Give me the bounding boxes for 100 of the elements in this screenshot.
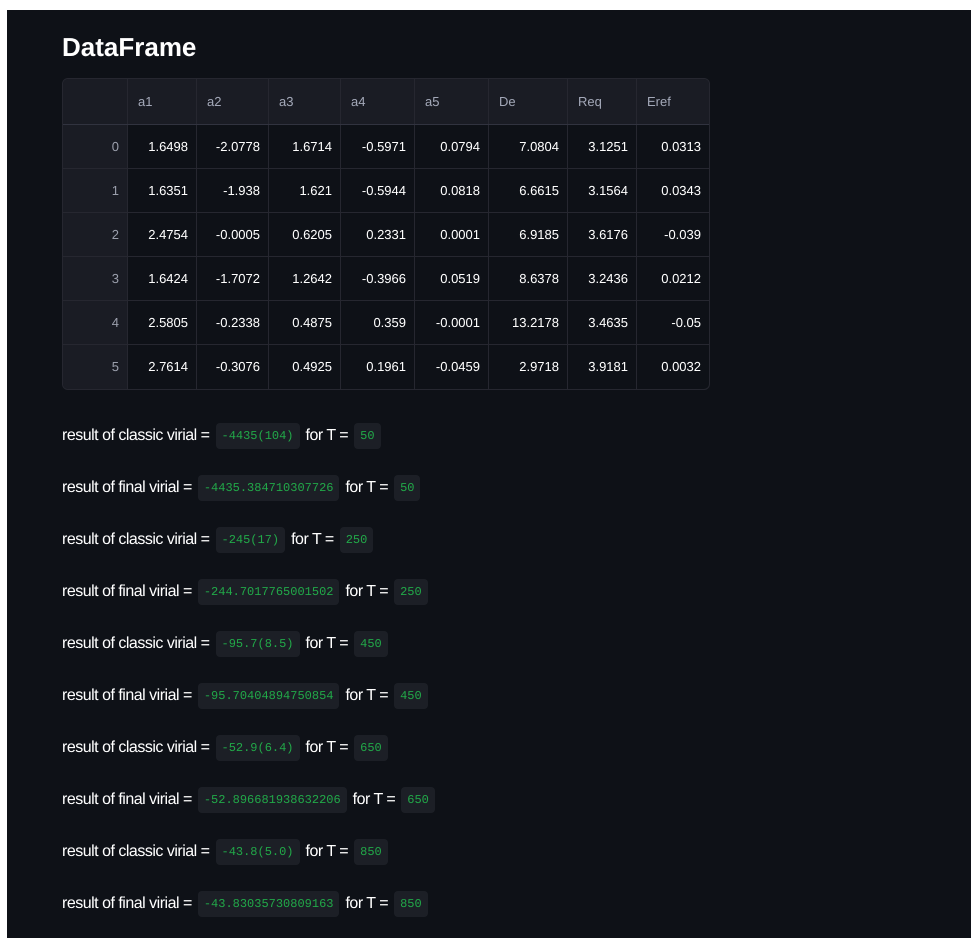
result-value: -52.896681938632206 [198,787,347,813]
table-cell: 2.7614 [128,345,197,389]
table-cell: 1.621 [269,169,341,212]
table-cell: -0.3076 [197,345,269,389]
temperature-label: for T = [291,530,334,550]
result-value: -245(17) [216,527,286,553]
table-cell: -2.0778 [197,125,269,168]
temperature-label: for T = [306,738,348,758]
table-cell: -0.2338 [197,301,269,344]
result-label: result of final virial = [62,478,192,498]
table-cell: -1.7072 [197,257,269,300]
result-value: -4435.384710307726 [198,475,340,501]
temperature-value: 850 [354,839,388,865]
table-cell-text: 0.0032 [660,358,702,376]
table-cell: -0.0001 [415,301,489,344]
table-cell-text: -0.039 [663,226,702,244]
column-header: De [489,79,568,124]
table-cell-text: -0.05 [670,314,702,332]
row-index: 3 [63,257,128,300]
table-cell: 0.4875 [269,301,341,344]
table-cell: 1.2642 [269,257,341,300]
table-cell: 7.0804 [489,125,568,168]
page-heading: DataFrame [62,31,196,64]
table-cell: 3.9181 [568,345,637,389]
table-cell: -0.5944 [341,169,415,212]
column-header: a4 [341,79,415,124]
result-value: -52.9(6.4) [216,735,300,761]
table-cell: 2.9718 [489,345,568,389]
result-label: result of classic virial = [62,842,210,862]
result-value: -95.70404894750854 [198,683,340,709]
column-header: a1 [128,79,197,124]
temperature-value: 450 [394,683,428,709]
result-label: result of classic virial = [62,530,210,550]
table-cell: 3.2436 [568,257,637,300]
temperature-value: 850 [394,891,428,917]
temperature-label: for T = [306,634,348,654]
result-label: result of classic virial = [62,634,210,654]
table-cell: 6.9185 [489,213,568,256]
table-cell: 2.5805 [128,301,197,344]
table-cell-text: 0.0313 [660,138,702,156]
table-cell: -0.0005 [197,213,269,256]
result-label: result of classic virial = [62,738,210,758]
table-cell: 13.2178 [489,301,568,344]
temperature-label: for T = [306,842,348,862]
row-index: 4 [63,301,128,344]
table-cell: -0.3966 [341,257,415,300]
temperature-value: 450 [354,631,388,657]
row-index: 1 [63,169,128,212]
table-cell: 3.1251 [568,125,637,168]
table-cell: -0.0459 [415,345,489,389]
column-header: a5 [415,79,489,124]
result-label: result of final virial = [62,894,192,914]
table-cell: -1.938 [197,169,269,212]
table-cell: 8.6378 [489,257,568,300]
result-value: -244.7017765001502 [198,579,340,605]
table-cell: 3.4635 [568,301,637,344]
result-value: -95.7(8.5) [216,631,300,657]
temperature-value: 650 [354,735,388,761]
column-header: a2 [197,79,269,124]
table-cell: 0.6205 [269,213,341,256]
table-cell: 0.0519 [415,257,489,300]
column-header: Eref [646,92,672,111]
result-label: result of classic virial = [62,426,210,446]
table-cell-text: 0.0343 [660,182,702,200]
temperature-value: 50 [394,475,420,501]
table-cell: 3.1564 [568,169,637,212]
table-cell: 6.6615 [489,169,568,212]
table-cell: 0.0818 [415,169,489,212]
table-cell: 0.4925 [269,345,341,389]
row-index: 0 [63,125,128,168]
temperature-label: for T = [306,426,348,446]
temperature-value: 250 [394,579,428,605]
table-cell: 0.1961 [341,345,415,389]
table-cell: -0.5971 [341,125,415,168]
temperature-label: for T = [345,582,388,602]
table-cell: 3.6176 [568,213,637,256]
table-cell: 0.2331 [341,213,415,256]
table-cell: 1.6498 [128,125,197,168]
result-label: result of final virial = [62,790,192,810]
temperature-value: 250 [340,527,374,553]
column-header: a3 [269,79,341,124]
column-header: Req [568,79,637,124]
result-value: -43.8(5.0) [216,839,300,865]
table-cell: 2.4754 [128,213,197,256]
result-label: result of final virial = [62,582,192,602]
row-index: 2 [63,213,128,256]
result-value: -43.83035730809163 [198,891,340,917]
temperature-value: 650 [401,787,435,813]
table-cell: 1.6714 [269,125,341,168]
table-cell: 0.0001 [415,213,489,256]
temperature-label: for T = [352,790,396,810]
table-cell: 0.359 [341,301,415,344]
temperature-value: 50 [354,423,381,449]
row-index: 5 [63,345,128,389]
temperature-label: for T = [345,686,388,706]
temperature-label: for T = [345,478,388,498]
table-cell: 0.0794 [415,125,489,168]
table-cell-text: 0.0212 [660,270,702,288]
table-cell: 1.6351 [128,169,197,212]
table-cell: 1.6424 [128,257,197,300]
